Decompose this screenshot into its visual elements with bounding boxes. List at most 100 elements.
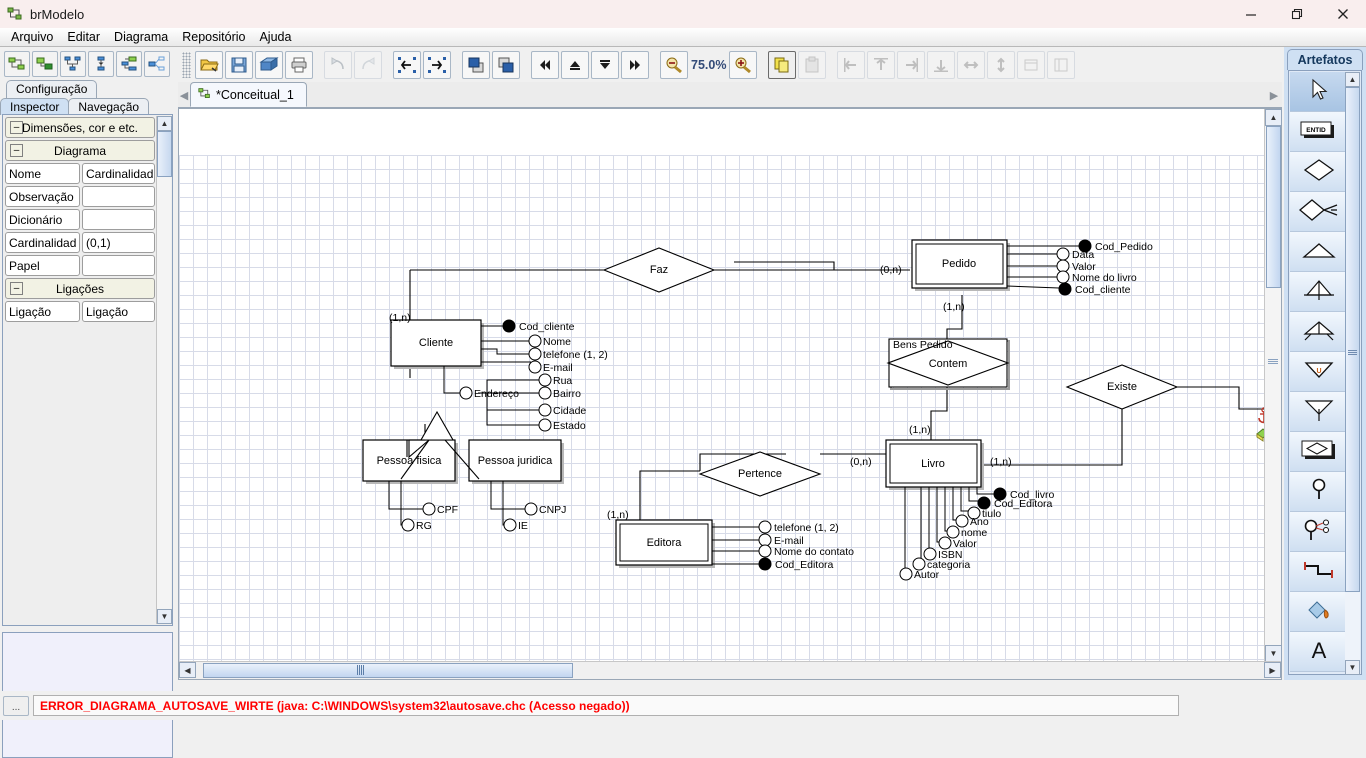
zoom-out-button[interactable] (660, 50, 688, 79)
entity-pedido[interactable]: Pedido (911, 239, 1010, 291)
inspector-group-dimensions[interactable]: – Dimensões, cor e etc. (5, 117, 155, 138)
minimize-button[interactable] (1228, 0, 1274, 28)
entity-pessoa-juridica[interactable]: Pessoa juridica (468, 439, 564, 484)
menu-ajuda[interactable]: Ajuda (252, 29, 298, 45)
connection-tool[interactable] (1290, 552, 1347, 592)
align-bottom-button[interactable] (927, 50, 956, 79)
graph-view-button[interactable] (144, 50, 170, 77)
new-physical-model-button[interactable] (60, 50, 86, 77)
save-as-button[interactable] (255, 50, 283, 79)
save-button[interactable] (225, 50, 253, 79)
status-menu-button[interactable]: ... (3, 695, 29, 716)
attribute-cpf[interactable]: CPF (422, 502, 458, 516)
scroll-up-icon[interactable]: ▲ (1345, 72, 1360, 87)
diagram-canvas[interactable]: Faz Pertence Bens Pedido Contem Existe C… (178, 108, 1282, 680)
menu-arquivo[interactable]: Arquivo (4, 29, 60, 45)
copy-button[interactable] (768, 50, 797, 79)
attribute-bairro[interactable]: Bairro (538, 386, 581, 400)
er-diagram[interactable]: Faz Pertence Bens Pedido Contem Existe C… (179, 109, 1265, 662)
tree-view-button[interactable] (116, 50, 142, 77)
scroll-down-icon[interactable]: ▼ (1345, 660, 1360, 675)
down-button[interactable] (591, 50, 619, 79)
last-button[interactable] (621, 50, 649, 79)
attribute-nome-do-livro[interactable]: Nome do livro (1056, 270, 1137, 284)
distribute-v-button[interactable] (987, 50, 1016, 79)
attribute-cnpj[interactable]: CNPJ (524, 502, 566, 516)
inspector-group-ligacoes[interactable]: – Ligações (5, 278, 155, 299)
composite-attribute-tool[interactable] (1290, 512, 1347, 552)
attribute-nome[interactable]: Nome (528, 334, 571, 348)
tabs-scroll-right-icon[interactable]: ▶ (1268, 83, 1280, 107)
scroll-thumb-vertical[interactable] (1266, 126, 1281, 288)
attribute-rua[interactable]: Rua (538, 373, 572, 387)
zoom-in-button[interactable] (729, 50, 758, 79)
inspector-value-nome[interactable]: Cardinalidad (82, 163, 155, 184)
associative-entity-tool[interactable] (1290, 432, 1347, 472)
scroll-up-icon[interactable]: ▲ (1265, 109, 1282, 126)
distribute-h-button[interactable] (957, 50, 986, 79)
send-back-button[interactable] (492, 50, 520, 79)
relationship-tool[interactable] (1290, 152, 1347, 192)
document-tab-conceitual-1[interactable]: *Conceitual_1 (190, 82, 307, 107)
attribute-nome-do-contato[interactable]: Nome do contato (758, 544, 854, 558)
scroll-left-icon[interactable]: ◀ (179, 662, 196, 678)
same-height-button[interactable] (1047, 50, 1076, 79)
scroll-right-icon[interactable]: ▶ (1264, 662, 1281, 678)
attribute-relationship-tool[interactable] (1290, 192, 1347, 232)
tab-configuracao[interactable]: Configuração (6, 80, 98, 98)
same-width-button[interactable] (1017, 50, 1046, 79)
attribute-editora-cod-editora[interactable]: Cod_Editora (758, 557, 834, 571)
tab-navegacao[interactable]: Navegação (68, 98, 150, 115)
scroll-down-icon[interactable]: ▼ (157, 609, 172, 624)
scroll-thumb[interactable] (1345, 87, 1360, 592)
entity-cliente[interactable]: Cliente (390, 319, 484, 369)
close-button[interactable] (1320, 0, 1366, 28)
inspector-value-cardinalidade[interactable]: (0,1) (82, 232, 155, 253)
select-tool[interactable] (1290, 72, 1347, 112)
entity-pessoa-fisica[interactable]: Pessoa fisica (362, 439, 458, 484)
maximize-button[interactable] (1274, 0, 1320, 28)
undo-button[interactable] (324, 50, 352, 79)
attribute-pedido-cod-cliente[interactable]: Cod_cliente (1058, 282, 1131, 296)
fill-color-tool[interactable] (1290, 592, 1347, 632)
disjoint-tool[interactable] (1290, 392, 1347, 432)
inspector-value-ligacao[interactable]: Ligação (82, 301, 155, 322)
attribute-cidade[interactable]: Cidade (538, 403, 586, 417)
entity-editora[interactable]: Editora (615, 519, 715, 568)
collapse-icon[interactable]: – (10, 282, 23, 295)
bring-front-button[interactable] (462, 50, 490, 79)
relationship-faz[interactable]: Faz (602, 247, 716, 293)
collapse-icon[interactable]: – (10, 144, 23, 157)
align-left-button[interactable] (837, 50, 866, 79)
menu-repositorio[interactable]: Repositório (175, 29, 252, 45)
tab-inspector[interactable]: Inspector (0, 98, 70, 115)
tabs-scroll-left-icon[interactable]: ◀ (178, 83, 190, 107)
scroll-down-icon[interactable]: ▼ (1265, 645, 1282, 662)
redo-button[interactable] (354, 50, 382, 79)
attribute-rg[interactable]: RG (401, 518, 432, 532)
align-top-button[interactable] (867, 50, 896, 79)
new-logical-model-button[interactable] (32, 50, 58, 77)
open-button[interactable] (195, 50, 223, 79)
collapse-icon[interactable]: – (10, 121, 23, 134)
new-conceptual-model-button[interactable] (4, 50, 30, 77)
inspector-value-observacao[interactable] (82, 186, 155, 207)
entity-tool[interactable]: ENTID (1290, 112, 1347, 152)
scroll-thumb[interactable] (157, 131, 172, 177)
convert-model-button[interactable] (88, 50, 114, 77)
menu-editar[interactable]: Editar (60, 29, 107, 45)
inspector-value-papel[interactable] (82, 255, 155, 276)
text-tool[interactable]: A (1290, 632, 1347, 672)
attribute-ie[interactable]: IE (503, 518, 528, 532)
relationship-pertence[interactable]: Pertence (698, 451, 822, 497)
entity-livro[interactable]: Livro (885, 439, 984, 490)
collapse-button[interactable] (393, 50, 421, 79)
inspector-group-diagrama[interactable]: – Diagrama (5, 140, 155, 161)
canvas-vertical-scrollbar[interactable]: ▲ ▼ (1264, 109, 1282, 662)
menu-diagrama[interactable]: Diagrama (107, 29, 175, 45)
specialization-total-tool[interactable] (1290, 272, 1347, 312)
specialization-partial-tool[interactable] (1290, 312, 1347, 352)
attribute-editora-telefone[interactable]: telefone (1, 2) (758, 520, 839, 534)
up-button[interactable] (561, 50, 589, 79)
generalization-tool[interactable] (1290, 232, 1347, 272)
